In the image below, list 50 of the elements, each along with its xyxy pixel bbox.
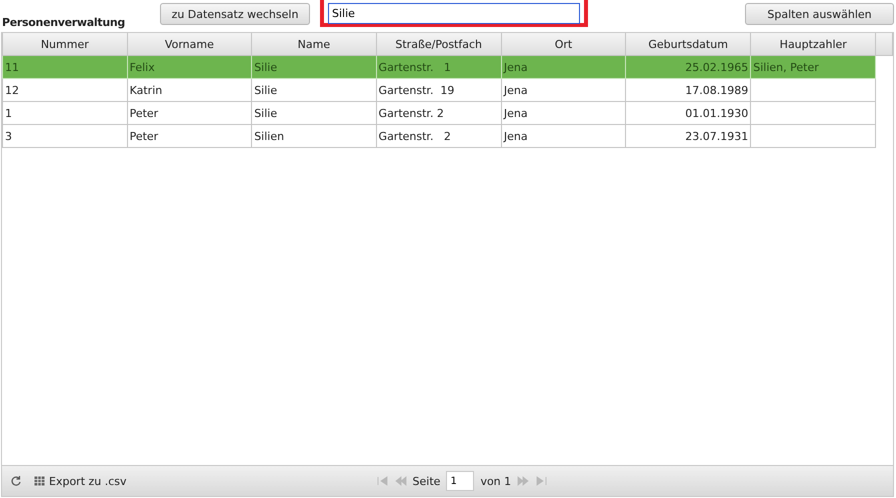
table-cell: Peter	[130, 130, 158, 142]
refresh-icon[interactable]	[10, 475, 22, 487]
table-cell: Silie	[254, 106, 278, 120]
table-cell: Silie	[254, 84, 278, 96]
table-cell: 12	[5, 84, 19, 96]
table-cell: Silien, Peter	[753, 60, 819, 74]
column-header[interactable]: Nummer	[2, 33, 128, 56]
table-cell: 17.08.1989	[685, 84, 748, 96]
table-cell: 25.02.1965	[685, 60, 748, 74]
last-page-icon[interactable]	[535, 476, 548, 486]
column-header[interactable]: Hauptzahler	[750, 33, 876, 56]
table-cell: Gartenstr. 2	[378, 106, 444, 120]
table-cell: 3	[5, 130, 12, 142]
table-cell: Jena	[504, 130, 528, 142]
table-cell: 11	[5, 60, 19, 74]
goto-record-button[interactable]: zu Datensatz wechseln	[160, 3, 310, 25]
table-row[interactable]: 11 Felix Silie Gartenstr. 1 Jena 25.02.1965 Silien, Peter	[2, 56, 892, 78]
table-cell: Silie	[254, 60, 278, 74]
table-icon[interactable]	[34, 476, 45, 486]
table-cell: 23.07.1931	[685, 130, 748, 142]
table-cell: Gartenstr. 19	[378, 84, 454, 96]
next-page-icon[interactable]	[517, 476, 530, 486]
table-row[interactable]: 12 Katrin Silie Gartenstr. 19 Jena 17.08.1989	[2, 78, 892, 102]
table-row[interactable]: 1 Peter Silie Gartenstr. 2 Jena 01.01.1930	[2, 102, 892, 124]
table-cell: Katrin	[130, 84, 162, 96]
table-cell: Gartenstr. 1	[378, 60, 451, 74]
table-cell: Peter	[130, 106, 158, 120]
previous-page-icon[interactable]	[394, 476, 407, 486]
table-cell: Jena	[504, 60, 528, 74]
search-field[interactable]: Silie	[320, 0, 588, 27]
column-header[interactable]: Name	[252, 33, 376, 56]
table-row[interactable]: 3 Peter Silien Gartenstr. 2 Jena 23.07.1931	[2, 124, 892, 148]
column-header[interactable]: Vorname	[127, 33, 252, 56]
page-total: von 1	[480, 474, 512, 488]
first-page-icon[interactable]	[376, 476, 389, 486]
table-cell: Felix	[130, 60, 155, 74]
table-cell: Gartenstr. 2	[378, 130, 451, 142]
choose-columns-button[interactable]: Spalten auswählen	[745, 3, 894, 25]
table-cell: 1	[5, 106, 12, 120]
column-header[interactable]: Straße/Postfach	[376, 33, 502, 56]
page-field[interactable]: 1	[446, 471, 474, 491]
page-title: Personenverwaltung	[2, 14, 126, 28]
table-cell: 01.01.1930	[685, 106, 748, 120]
column-header[interactable]: Ort	[501, 33, 626, 56]
page-label: Seite	[412, 474, 440, 488]
column-header[interactable]: Geburtsdatum	[626, 33, 751, 56]
export-link[interactable]: Export zu .csv	[49, 474, 127, 488]
table-cell: Jena	[504, 84, 528, 96]
table-cell: Jena	[504, 106, 528, 120]
table-cell: Silien	[254, 130, 284, 142]
